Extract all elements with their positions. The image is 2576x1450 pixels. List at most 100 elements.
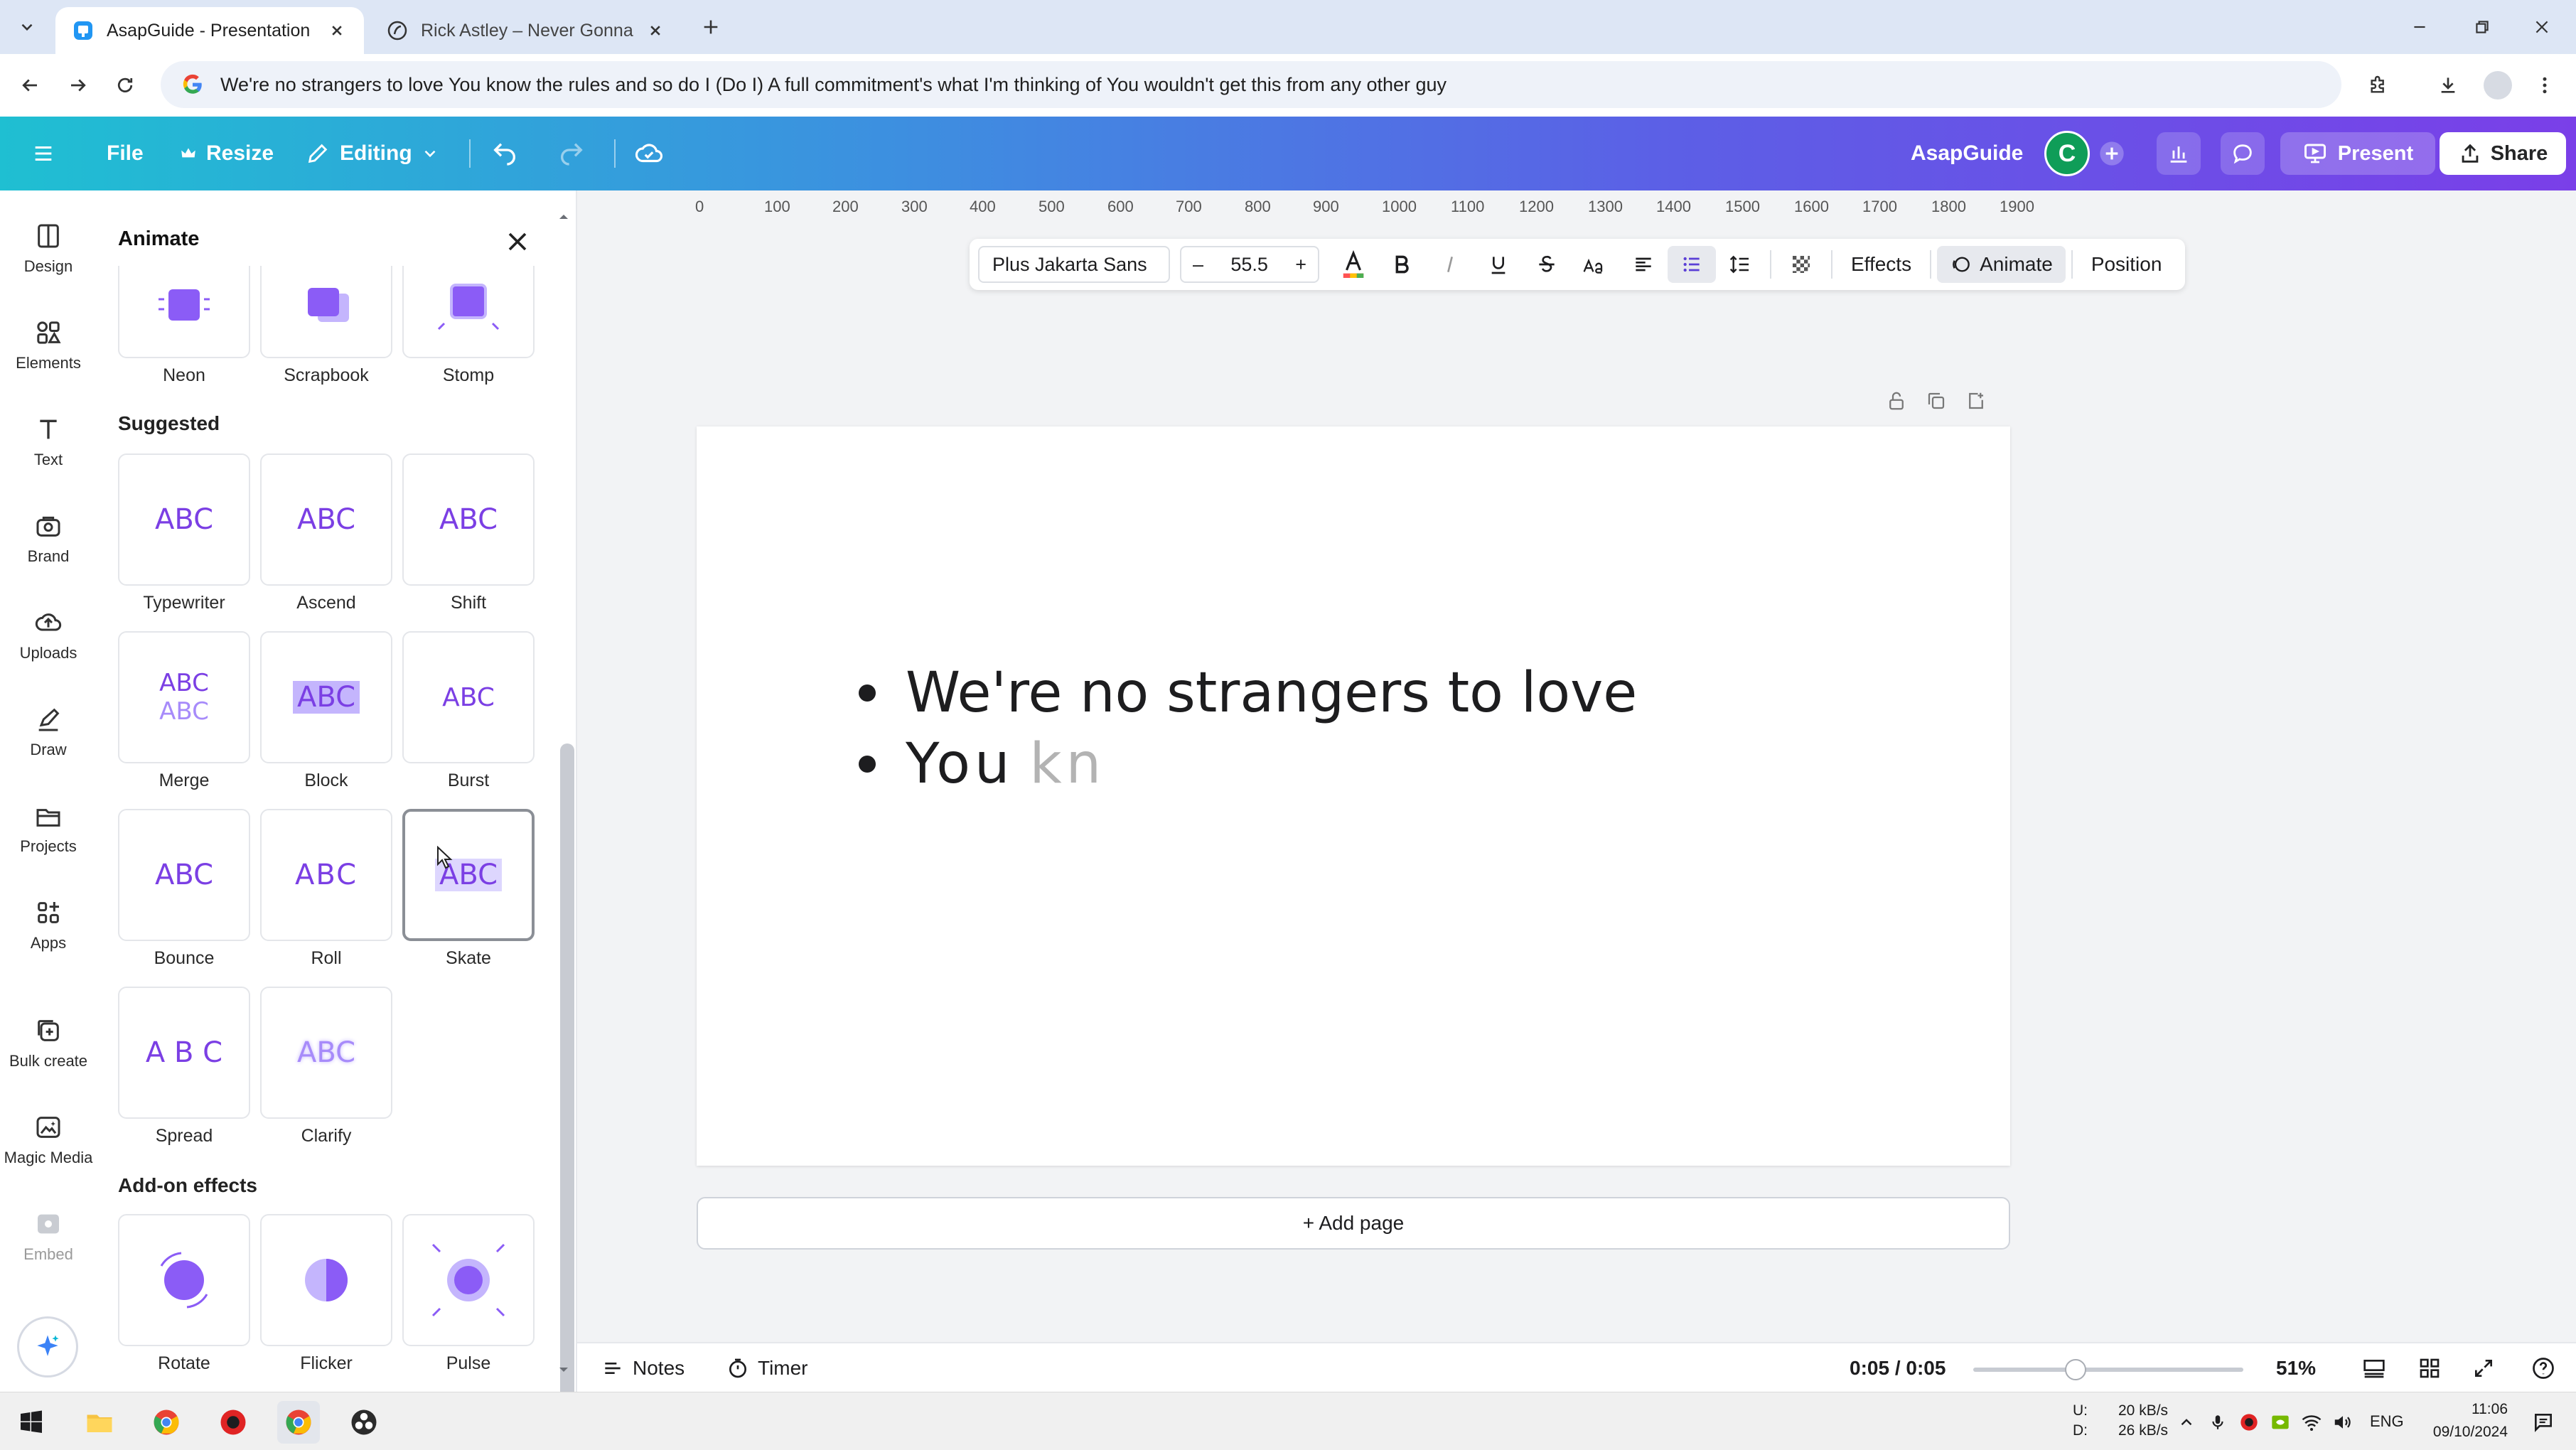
animation-card-pulse[interactable]: [402, 1214, 535, 1346]
grid-view-button[interactable]: [2418, 1343, 2449, 1393]
editing-mode-button[interactable]: Editing: [306, 117, 439, 190]
comments-button[interactable]: [2221, 132, 2265, 175]
volume-tray-button[interactable]: [2329, 1401, 2357, 1444]
page-view-button[interactable]: [2361, 1343, 2395, 1393]
microphone-tray-button[interactable]: [2204, 1401, 2232, 1444]
zoom-level[interactable]: 51%: [2276, 1343, 2316, 1393]
close-window-button[interactable]: [2525, 10, 2559, 44]
position-button[interactable]: Position: [2078, 246, 2175, 283]
bold-button[interactable]: [1378, 246, 1426, 283]
animation-card-roll[interactable]: ABC: [260, 809, 392, 941]
close-icon[interactable]: [327, 21, 347, 41]
sidebar-item-projects[interactable]: Projects: [0, 786, 97, 871]
sidebar-item-draw[interactable]: Draw: [0, 689, 97, 775]
effects-button[interactable]: Effects: [1838, 246, 1924, 283]
notifications-button[interactable]: [2522, 1401, 2565, 1444]
sidebar-item-embed[interactable]: Embed: [0, 1194, 97, 1279]
scroll-up-icon[interactable]: [556, 209, 571, 225]
timer-button[interactable]: Timer: [726, 1343, 808, 1393]
recorder-tray-button[interactable]: [2235, 1401, 2263, 1444]
animation-card-clarify[interactable]: ABC: [260, 987, 392, 1119]
sidebar-item-bulk-create[interactable]: Bulk create: [0, 1001, 97, 1086]
animation-card-scrapbook[interactable]: [260, 266, 392, 358]
fullscreen-button[interactable]: [2472, 1343, 2503, 1393]
text-color-button[interactable]: [1329, 246, 1378, 283]
new-tab-button[interactable]: [694, 10, 728, 44]
sidebar-item-design[interactable]: Design: [0, 206, 97, 291]
main-menu-button[interactable]: [31, 117, 55, 190]
forward-button[interactable]: [61, 68, 95, 102]
help-button[interactable]: [2531, 1343, 2565, 1393]
recorder-taskbar-button[interactable]: [212, 1401, 254, 1444]
save-status-button[interactable]: [634, 117, 664, 190]
text-case-button[interactable]: [1571, 246, 1619, 283]
close-icon[interactable]: [645, 21, 665, 41]
nvidia-tray-button[interactable]: [2266, 1401, 2295, 1444]
zoom-slider-track[interactable]: [1973, 1368, 2243, 1372]
insights-button[interactable]: [2157, 132, 2201, 175]
extensions-button[interactable]: [2361, 68, 2395, 102]
team-name[interactable]: AsapGuide: [1911, 117, 2023, 190]
font-size-value[interactable]: 55.5: [1230, 254, 1268, 276]
invite-button[interactable]: [2094, 132, 2130, 175]
add-page-button[interactable]: + Add page: [697, 1197, 2010, 1250]
back-button[interactable]: [13, 68, 47, 102]
tab-search-button[interactable]: [10, 10, 44, 44]
animation-card-skate[interactable]: ABC: [402, 809, 535, 941]
reload-button[interactable]: [108, 68, 142, 102]
bullet-list-button[interactable]: [1668, 246, 1716, 283]
scroll-down-icon[interactable]: [556, 1362, 571, 1378]
sidebar-item-uploads[interactable]: Uploads: [0, 593, 97, 678]
chrome-taskbar-button[interactable]: [145, 1401, 188, 1444]
animation-card-rotate[interactable]: [118, 1214, 250, 1346]
animation-card-spread[interactable]: A B C: [118, 987, 250, 1119]
notes-button[interactable]: Notes: [601, 1343, 685, 1393]
tray-overflow-button[interactable]: [2172, 1401, 2201, 1444]
lock-page-button[interactable]: [1877, 387, 1916, 415]
alignment-button[interactable]: [1619, 246, 1668, 283]
present-button[interactable]: Present: [2280, 132, 2435, 175]
slide-page[interactable]: We're no strangers to love You kn: [697, 426, 2010, 1166]
sidebar-item-apps[interactable]: Apps: [0, 883, 97, 968]
font-family-select[interactable]: Plus Jakarta Sans: [978, 246, 1170, 283]
italic-button[interactable]: [1426, 246, 1474, 283]
slide-text-line-1[interactable]: We're no strangers to love: [859, 661, 1637, 725]
undo-button[interactable]: [490, 117, 519, 190]
duplicate-page-button[interactable]: [1916, 387, 1956, 415]
increase-size-button[interactable]: +: [1295, 254, 1306, 276]
file-menu-button[interactable]: File: [107, 117, 144, 190]
clock-date[interactable]: 09/10/2024: [2415, 1424, 2508, 1441]
sidebar-item-elements[interactable]: Elements: [0, 303, 97, 388]
tab-rick-astley[interactable]: Rick Astley – Never Gonna Give: [370, 7, 682, 54]
animation-card-bounce[interactable]: ABC: [118, 809, 250, 941]
tab-asapguide-presentation[interactable]: AsapGuide - Presentation: [55, 7, 364, 54]
animation-card-block[interactable]: ABC: [260, 631, 392, 763]
sidebar-item-magic-media[interactable]: Magic Media: [0, 1097, 97, 1183]
url-input[interactable]: We're no strangers to love You know the …: [161, 61, 2341, 108]
font-size-stepper[interactable]: – 55.5 +: [1180, 246, 1319, 283]
chrome-active-taskbar-button[interactable]: [277, 1401, 320, 1444]
spacing-button[interactable]: [1716, 246, 1764, 283]
animation-card-merge[interactable]: ABC ABC: [118, 631, 250, 763]
underline-button[interactable]: [1474, 246, 1523, 283]
slide-text-line-2[interactable]: You kn: [859, 732, 1105, 796]
redo-button[interactable]: [557, 117, 586, 190]
animation-card-burst[interactable]: ABC: [402, 631, 535, 763]
obs-taskbar-button[interactable]: [343, 1401, 385, 1444]
downloads-button[interactable]: [2431, 68, 2465, 102]
animation-card-flicker[interactable]: [260, 1214, 392, 1346]
strikethrough-button[interactable]: [1523, 246, 1571, 283]
animation-card-shift[interactable]: ABC: [402, 453, 535, 586]
animation-card-neon[interactable]: [118, 266, 250, 358]
clock-time[interactable]: 11:06: [2444, 1401, 2508, 1418]
minimize-button[interactable]: [2403, 10, 2437, 44]
add-page-button-small[interactable]: [1956, 387, 1996, 415]
file-explorer-button[interactable]: [78, 1401, 121, 1444]
sidebar-item-text[interactable]: Text: [0, 399, 97, 485]
avatar[interactable]: C: [2044, 131, 2090, 176]
magic-assistant-button[interactable]: [17, 1316, 78, 1378]
animation-card-ascend[interactable]: ABC: [260, 453, 392, 586]
start-button[interactable]: [10, 1401, 53, 1444]
close-icon[interactable]: [502, 226, 533, 257]
transparency-button[interactable]: [1777, 246, 1825, 283]
